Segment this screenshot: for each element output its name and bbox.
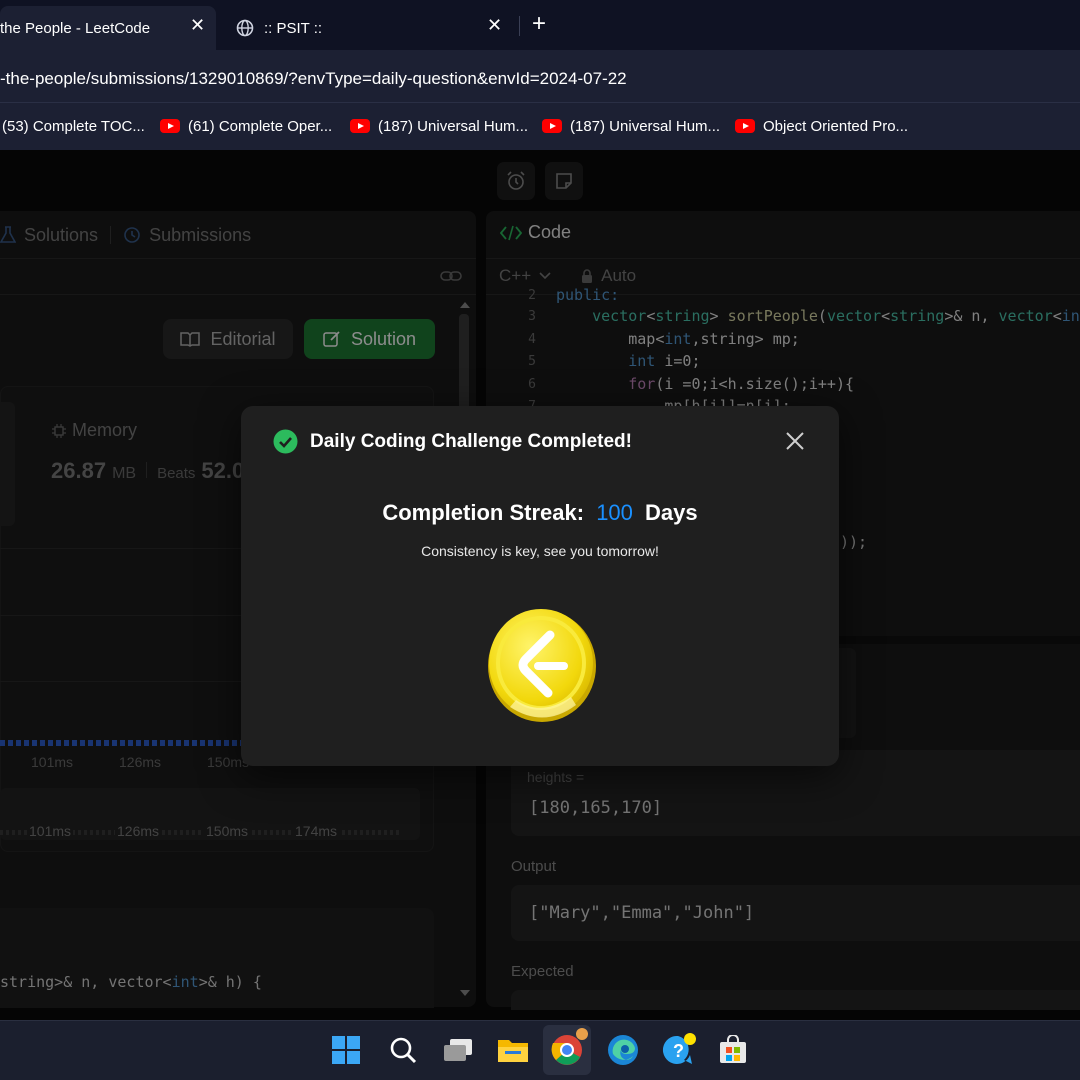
streak-label: Completion Streak:	[382, 500, 585, 525]
bookmark-label: (61) Complete Oper...	[188, 117, 333, 135]
bookmark-label: Object Oriented Pro...	[763, 117, 909, 135]
leetcode-coin-icon	[488, 609, 596, 722]
tab-leetcode[interactable]: the People - LeetCode	[0, 6, 216, 50]
youtube-icon	[160, 119, 180, 133]
streak-value: 100	[596, 500, 633, 525]
task-view-icon[interactable]	[439, 1031, 477, 1069]
tab-title: :: PSIT ::	[264, 19, 323, 37]
bookmark-item[interactable]: (187) Universal Hum...	[350, 115, 528, 137]
modal-title: Daily Coding Challenge Completed!	[310, 430, 632, 452]
windows-start-icon[interactable]	[327, 1031, 365, 1069]
tab-close-icon[interactable]: ✕	[190, 15, 205, 36]
bookmark-label: (187) Universal Hum...	[570, 117, 721, 135]
bookmark-item[interactable]: (61) Complete Oper...	[160, 115, 332, 137]
url-field[interactable]: -the-people/submissions/1329010869/?envT…	[0, 58, 1080, 100]
modal-message: Consistency is key, see you tomorrow!	[421, 543, 659, 559]
modal-header: Daily Coding Challenge Completed!	[273, 429, 632, 454]
youtube-icon	[350, 119, 370, 133]
tab-title: the People - LeetCode	[0, 19, 151, 37]
profile-avatar	[576, 1028, 588, 1040]
edge-icon[interactable]	[604, 1031, 642, 1069]
bookmark-label: (53) Complete TOC...	[2, 117, 145, 135]
bookmark-item[interactable]: (53) Complete TOC...	[2, 115, 145, 137]
tab-psit[interactable]: :: PSIT ::	[228, 6, 516, 50]
tab-close-icon[interactable]: ✕	[487, 15, 502, 36]
globe-icon	[236, 19, 254, 37]
close-icon[interactable]	[785, 431, 805, 451]
youtube-icon	[735, 119, 755, 133]
search-icon[interactable]	[384, 1031, 422, 1069]
bookmark-item[interactable]: (187) Universal Hum...	[542, 115, 720, 137]
file-explorer-icon[interactable]	[494, 1031, 532, 1069]
windows-taskbar	[0, 1020, 1080, 1080]
help-icon[interactable]: ?	[660, 1031, 698, 1069]
store-icon[interactable]	[714, 1031, 752, 1069]
streak-row: Completion Streak: 100 Days	[241, 500, 839, 526]
tab-divider	[519, 16, 520, 36]
check-circle-icon	[273, 429, 298, 454]
bookmark-item[interactable]: Object Oriented Pro...	[735, 115, 908, 137]
bookmark-label: (187) Universal Hum...	[378, 117, 529, 135]
new-tab-button[interactable]: +	[532, 10, 546, 38]
youtube-icon	[542, 119, 562, 133]
streak-unit: Days	[645, 500, 698, 525]
svg-text:?: ?	[673, 1041, 684, 1061]
